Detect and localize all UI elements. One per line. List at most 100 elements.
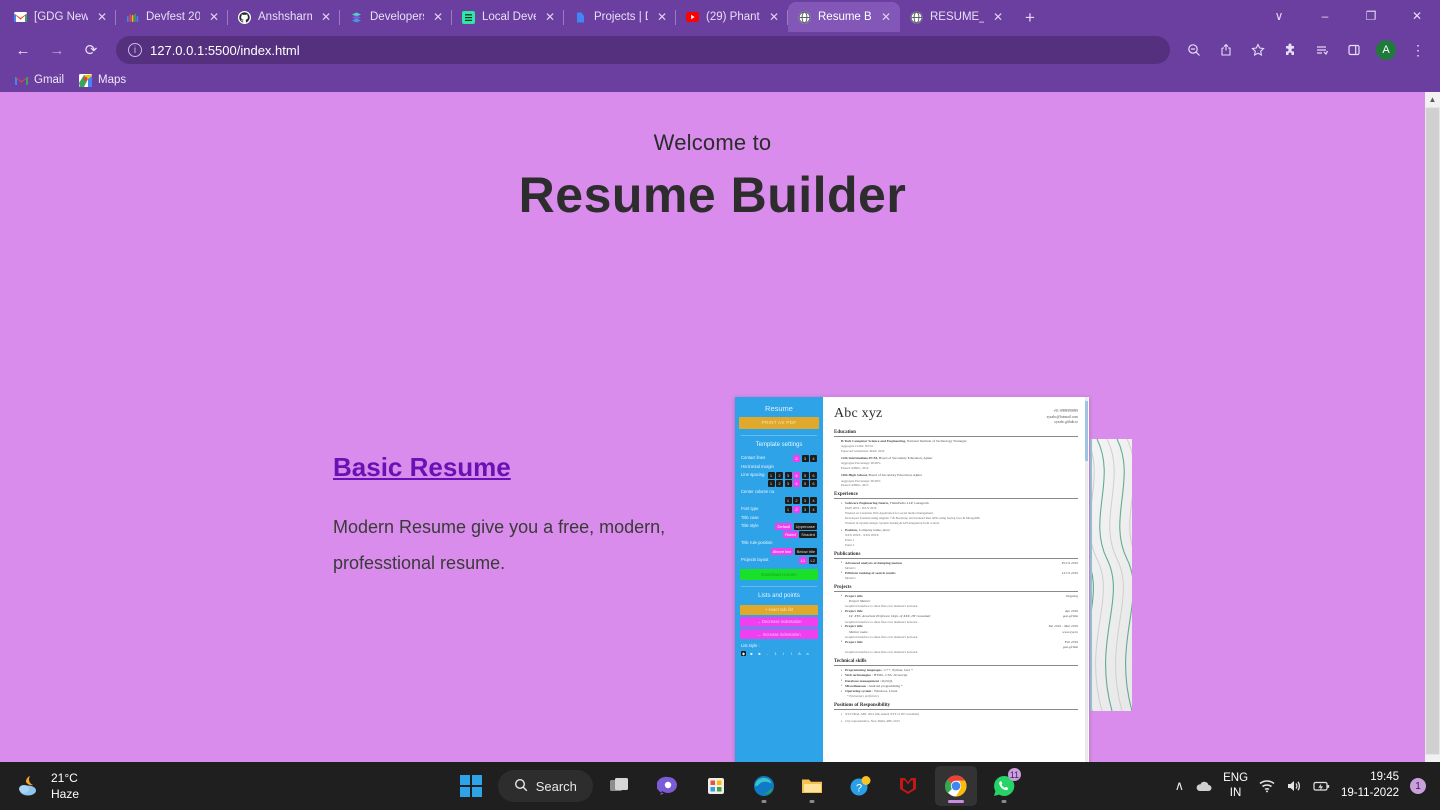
decrease-indentation-button[interactable]: → Decrease indentation bbox=[740, 616, 818, 628]
close-icon[interactable]: ✕ bbox=[990, 9, 1006, 25]
chip-option[interactable]: 1 bbox=[767, 480, 775, 488]
tab-search-icon[interactable]: ∨ bbox=[1256, 0, 1302, 32]
language-indicator[interactable]: ENG IN bbox=[1223, 771, 1248, 801]
chip-option[interactable]: Default bbox=[775, 522, 793, 530]
chip-option[interactable]: 3 bbox=[784, 480, 792, 488]
list-style-option[interactable]: i bbox=[781, 651, 786, 656]
battery-icon[interactable] bbox=[1313, 779, 1330, 793]
site-info-icon[interactable]: i bbox=[128, 43, 142, 57]
setting-center-column-no[interactable]: Center column no. bbox=[741, 489, 817, 496]
chip-option[interactable]: 2 bbox=[776, 471, 783, 479]
insert-sub-list-button[interactable]: + insert sub list bbox=[740, 604, 818, 615]
browser-tab[interactable]: RESUME_BUIL ✕ bbox=[900, 2, 1012, 32]
setting-line-spacing[interactable]: Line spacing 1 2 3 4 5 6 bbox=[741, 471, 817, 479]
chip-group[interactable]: 1 2 3 4 bbox=[784, 497, 817, 505]
chip-option[interactable]: 1 bbox=[767, 471, 775, 479]
setting-projects-layout[interactable]: Projects layout L1 L2 bbox=[741, 556, 817, 564]
avatar[interactable]: A bbox=[1376, 40, 1396, 60]
basic-resume-link[interactable]: Basic Resume bbox=[333, 452, 511, 482]
browser-menu-icon[interactable]: ⋮ bbox=[1404, 36, 1432, 64]
chip-option[interactable]: 2 bbox=[793, 505, 800, 513]
chip-group[interactable]: 2 3 4 bbox=[793, 454, 817, 462]
chip-group[interactable]: L1 L2 bbox=[798, 556, 817, 564]
chip-option[interactable]: 2 bbox=[793, 497, 800, 505]
increase-indentation-button[interactable]: ← Increase indentation bbox=[740, 629, 818, 640]
minimize-icon[interactable]: – bbox=[1302, 0, 1348, 32]
chip-group[interactable]: 1 2 3 4 5 6 bbox=[767, 471, 817, 479]
forward-button[interactable]: → bbox=[42, 35, 72, 65]
chip-option[interactable]: 3 bbox=[784, 471, 792, 479]
tray-chevron-icon[interactable]: ∧ bbox=[1175, 778, 1185, 794]
chip-group[interactable]: 1 2 3 4 5 6 bbox=[767, 480, 817, 488]
help-icon[interactable]: ? bbox=[839, 766, 881, 806]
weather-widget[interactable]: 21°C Haze bbox=[0, 770, 300, 802]
close-icon[interactable]: ✕ bbox=[430, 9, 446, 25]
windows-start-icon[interactable] bbox=[450, 766, 492, 806]
close-icon[interactable]: ✕ bbox=[654, 9, 670, 25]
chip-option[interactable]: 2 bbox=[793, 454, 800, 462]
chip-group[interactable]: Above line Below title bbox=[770, 548, 817, 556]
browser-tab[interactable]: Anshsharma25 ✕ bbox=[228, 2, 340, 32]
close-icon[interactable]: ✕ bbox=[94, 9, 110, 25]
setting-title-rule-position[interactable]: Above line Below title bbox=[741, 548, 817, 556]
chip-option[interactable]: 4 bbox=[810, 454, 817, 462]
chip-option[interactable]: 5 bbox=[801, 480, 809, 488]
setting-center-column-chips[interactable]: 1 2 3 4 bbox=[741, 497, 817, 505]
chip-option[interactable]: Below title bbox=[794, 548, 817, 556]
new-tab-button[interactable]: + bbox=[1016, 4, 1044, 32]
list-style-option[interactable]: A bbox=[797, 651, 802, 656]
store-icon[interactable] bbox=[695, 766, 737, 806]
taskbar-search[interactable]: Search bbox=[497, 770, 593, 802]
notification-count[interactable]: 1 bbox=[1410, 778, 1426, 794]
reload-button[interactable]: ⟳ bbox=[76, 35, 106, 65]
bookmark-maps[interactable]: Maps bbox=[78, 73, 126, 87]
chat-icon[interactable] bbox=[647, 766, 689, 806]
chip-option[interactable]: 1 bbox=[784, 505, 792, 513]
page-scrollbar[interactable]: ▲ bbox=[1425, 92, 1440, 810]
zoom-out-icon[interactable] bbox=[1180, 36, 1208, 64]
scrollbar-thumb[interactable] bbox=[1425, 107, 1440, 755]
chip-group[interactable]: Ruled Shaded bbox=[783, 531, 817, 539]
setting-title-style[interactable]: Title style Default Uppercase bbox=[741, 522, 817, 530]
document-scrollbar[interactable] bbox=[1085, 397, 1088, 810]
chip-option[interactable]: L2 bbox=[808, 556, 817, 564]
close-icon[interactable]: ✕ bbox=[542, 9, 558, 25]
edge-icon[interactable] bbox=[743, 766, 785, 806]
chip-option[interactable]: 4 bbox=[810, 497, 817, 505]
chip-group[interactable]: 1 2 3 4 bbox=[784, 505, 817, 513]
bookmark-gmail[interactable]: Gmail bbox=[14, 73, 64, 87]
volume-icon[interactable] bbox=[1286, 779, 1302, 793]
chip-option[interactable]: Uppercase bbox=[793, 522, 817, 530]
setting-title-style-chips[interactable]: Ruled Shaded bbox=[741, 531, 817, 539]
setting-line-spacing-secondary[interactable]: 1 2 3 4 5 6 bbox=[741, 480, 817, 488]
chip-option[interactable]: 4 bbox=[810, 505, 817, 513]
clock[interactable]: 19:45 19-11-2022 bbox=[1341, 770, 1399, 801]
chip-option[interactable]: 1 bbox=[784, 497, 792, 505]
close-icon[interactable]: ✕ bbox=[206, 9, 222, 25]
resume-preview[interactable]: Resume PRINT AS PDF Template settings Co… bbox=[735, 397, 1089, 810]
browser-tab[interactable]: [GDG New De ✕ bbox=[4, 2, 116, 32]
chip-option[interactable]: 6 bbox=[810, 480, 817, 488]
list-style-option[interactable]: a bbox=[805, 651, 810, 656]
setting-horizontal-margin[interactable]: Horizontal margin bbox=[741, 463, 817, 470]
share-icon[interactable] bbox=[1212, 36, 1240, 64]
close-window-icon[interactable]: ✕ bbox=[1394, 0, 1440, 32]
browser-tab-active[interactable]: Resume Build ✕ bbox=[788, 2, 900, 32]
chip-option[interactable]: Above line bbox=[770, 548, 794, 556]
whatsapp-icon[interactable]: 11 bbox=[983, 766, 1025, 806]
maximize-icon[interactable]: ❐ bbox=[1348, 0, 1394, 32]
address-bar[interactable]: i 127.0.0.1:5500/index.html bbox=[116, 36, 1170, 64]
scroll-up-icon[interactable]: ▲ bbox=[1425, 92, 1440, 107]
task-view-icon[interactable] bbox=[599, 766, 641, 806]
browser-tab[interactable]: (29) Phantom ✕ bbox=[676, 2, 788, 32]
chip-option[interactable]: 4 bbox=[793, 480, 800, 488]
list-style-options[interactable]: ◆ ■ ■ - 1 i I A a bbox=[741, 650, 817, 656]
mcafee-icon[interactable] bbox=[887, 766, 929, 806]
list-style-option[interactable]: ◆ bbox=[741, 650, 746, 656]
list-style-option[interactable]: I bbox=[789, 651, 794, 656]
chip-option[interactable]: 3 bbox=[801, 497, 809, 505]
list-style-option[interactable]: - bbox=[765, 651, 770, 656]
wifi-icon[interactable] bbox=[1259, 779, 1275, 793]
close-icon[interactable]: ✕ bbox=[766, 9, 782, 25]
chip-option[interactable]: 6 bbox=[810, 471, 817, 479]
